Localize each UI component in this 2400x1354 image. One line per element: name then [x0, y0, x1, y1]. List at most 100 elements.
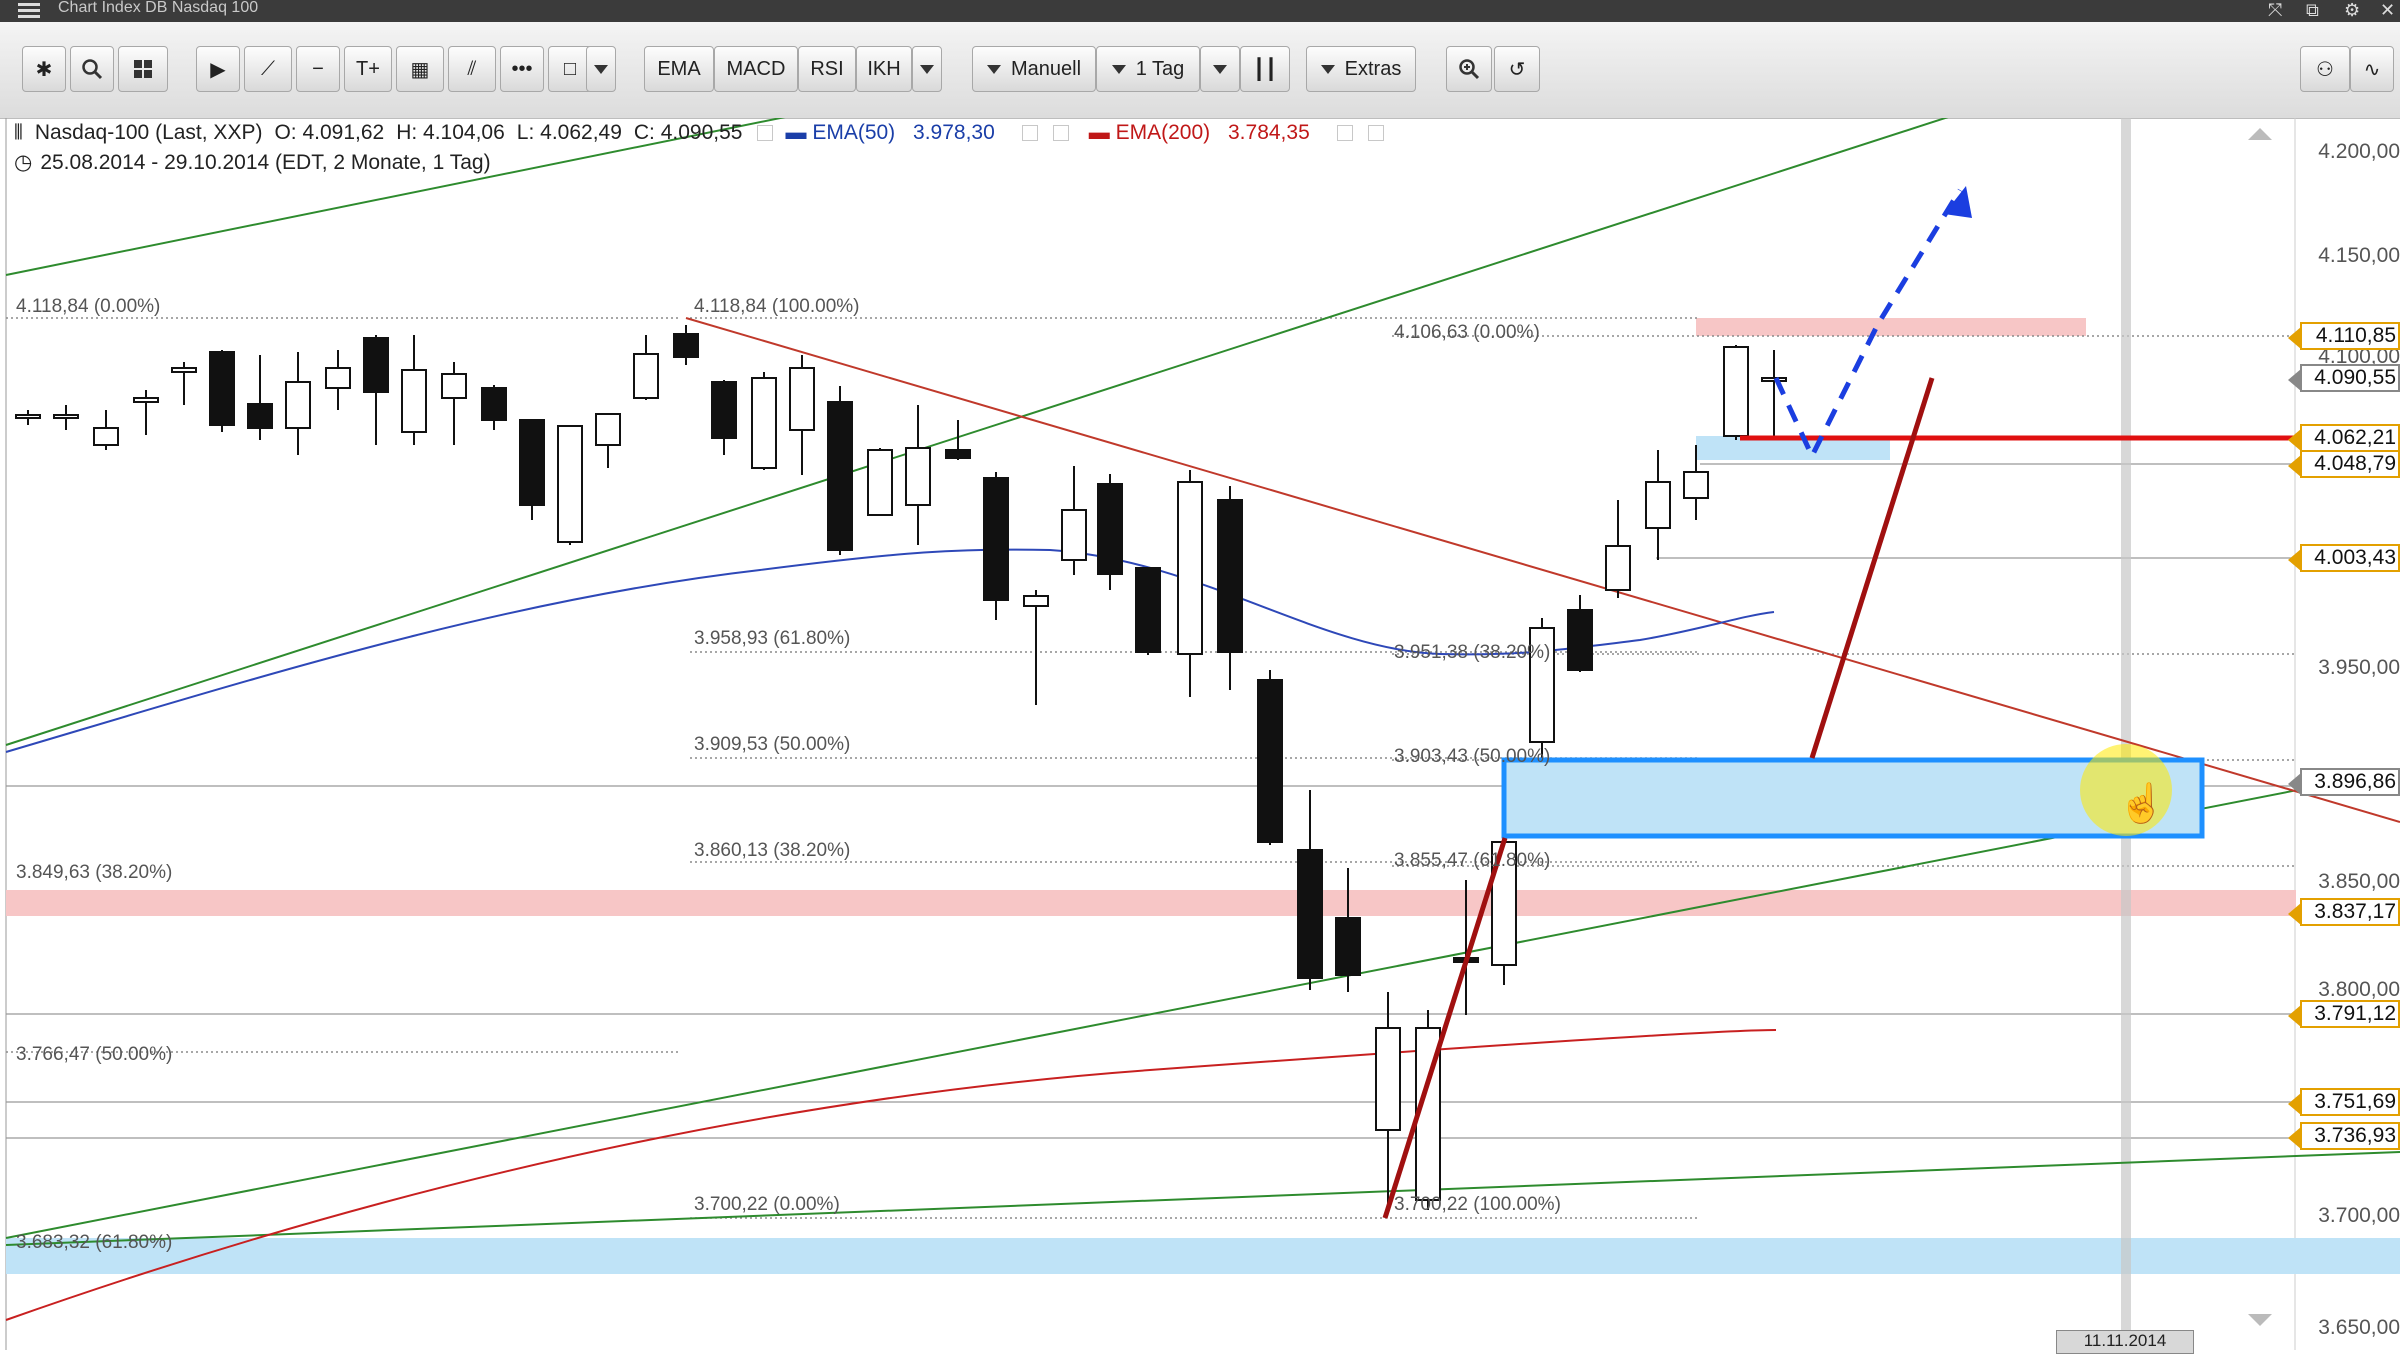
red-arrow-line-2: [1809, 377, 1935, 759]
layers-button[interactable]: ⚇: [2300, 46, 2350, 92]
price-tag[interactable]: 4.048,79: [2288, 450, 2400, 478]
price-tag[interactable]: 3.736,93: [2288, 1122, 2400, 1150]
fib-label: 3.903,43 (50.00%): [1394, 746, 1551, 767]
axis-tick: 3.950,00: [2318, 656, 2400, 679]
settings-gear-button[interactable]: ✱: [22, 46, 66, 92]
fib-label: 3.860,13 (38.20%): [694, 840, 851, 861]
bullish-candle: [1605, 545, 1631, 591]
interval-dropdown[interactable]: 1 Tag: [1096, 46, 1200, 92]
hamburger-menu-icon[interactable]: [18, 3, 40, 18]
fib-label: 4.118,84 (0.00%): [16, 296, 161, 317]
cursor-tool-button[interactable]: ▶: [196, 46, 240, 92]
grid-icon: [134, 60, 152, 78]
horizontal-line-button[interactable]: −: [296, 46, 340, 92]
bearish-candle: [1217, 499, 1243, 653]
ema200-label: EMA(200): [1115, 121, 1211, 144]
candlestick-type-button[interactable]: ┃┃: [1240, 46, 1290, 92]
bullish-candle: [1023, 595, 1049, 607]
title-bar: Chart Index DB Nasdaq 100 ⤧ ⧉ ⚙ ✕: [0, 0, 2400, 22]
indicator-dropdown-button[interactable]: [912, 46, 942, 92]
price-tag[interactable]: 3.751,69: [2288, 1088, 2400, 1116]
fib-label: 3.909,53 (50.00%): [694, 734, 851, 755]
layout-grid-button[interactable]: [118, 46, 168, 92]
fib-label: 3.766,47 (50.00%): [16, 1044, 173, 1065]
price-tag[interactable]: 3.837,17: [2288, 898, 2400, 926]
popout-icon[interactable]: ⧉: [2306, 0, 2319, 21]
bullish-candle: [401, 369, 427, 433]
zoom-button[interactable]: [1446, 46, 1492, 92]
fullscreen-icon[interactable]: ⤧: [2268, 0, 2282, 21]
bullish-candle: [15, 414, 41, 419]
gear-icon: ✱: [35, 58, 53, 81]
channel-tool-button[interactable]: ⫽: [448, 46, 496, 92]
bearish-candle: [519, 419, 545, 506]
pointer-icon: ▶: [210, 58, 226, 81]
bullish-candle: [325, 367, 351, 389]
rsi-button[interactable]: RSI: [798, 46, 856, 92]
price-tag-last[interactable]: 4.090,55: [2288, 364, 2400, 392]
hand-cursor-icon: ☝: [2118, 780, 2165, 826]
ikh-button[interactable]: IKH: [856, 46, 912, 92]
charttype-dropdown-button[interactable]: [1200, 46, 1240, 92]
candlestick-icon: ┃┃: [1252, 58, 1278, 81]
axis-tick: 3.650,00: [2318, 1316, 2400, 1339]
rectangle-icon: □: [563, 57, 577, 80]
bullish-candle: [53, 414, 79, 419]
price-tag[interactable]: 3.791,12: [2288, 1000, 2400, 1028]
mode-dropdown[interactable]: Manuell: [972, 46, 1096, 92]
bullish-candle: [1723, 346, 1749, 437]
mode-value: Manuell: [1010, 57, 1082, 80]
price-tag[interactable]: 4.003,43: [2288, 544, 2400, 572]
shape-dropdown-button[interactable]: [586, 46, 616, 92]
price-tag[interactable]: 4.110,85: [2288, 322, 2400, 350]
bullish-candle: [441, 373, 467, 399]
zoom-in-icon: [1459, 59, 1480, 80]
chart-legend: ⫴ Nasdaq-100 (Last, XXP) O: 4.091,62 H: …: [14, 118, 1396, 178]
fib-label: 4.118,84 (100.00%): [694, 296, 860, 317]
bullish-candle: [285, 381, 311, 429]
scroll-down-icon[interactable]: [2248, 1314, 2272, 1326]
undo-icon: ↺: [1508, 58, 1526, 81]
indicator-panel-button[interactable]: ∿: [2350, 46, 2394, 92]
scroll-up-icon[interactable]: [2248, 128, 2272, 140]
trendline-tool-button[interactable]: ⟋: [244, 46, 292, 92]
search-button[interactable]: [70, 46, 114, 92]
target-zone-red: [1696, 318, 2086, 336]
close-icon[interactable]: ✕: [2380, 0, 2395, 21]
bearish-candle: [481, 387, 507, 421]
ema200-value: 3.784,35: [1228, 121, 1310, 144]
bullish-candle: [557, 425, 583, 543]
text-tool-button[interactable]: T+: [344, 46, 392, 92]
channel-icon: ⫽: [467, 57, 477, 80]
ema50-label: EMA(50): [812, 121, 896, 144]
bearish-candle: [209, 351, 235, 426]
axis-tick: 3.800,00: [2318, 978, 2400, 1001]
price-tag[interactable]: 4.062,21: [2288, 424, 2400, 452]
chart-toolbar: ✱ ▶ ⟋ − T+ ▦ ⫽ ••• □ EMA MACD RSI IKH Ma…: [0, 22, 2400, 119]
ema-button[interactable]: EMA: [644, 46, 714, 92]
bearish-candle: [1257, 679, 1283, 843]
bearish-candle: [1297, 849, 1323, 979]
legend-settings-icon[interactable]: [757, 125, 774, 141]
ema200-close-icon[interactable]: [1367, 125, 1384, 141]
ema50-value: 3.978,30: [913, 121, 995, 144]
fibonacci-tool-button[interactable]: ▦: [396, 46, 444, 92]
high-value: H: 4.104,06: [396, 121, 505, 144]
ema50-close-icon[interactable]: [1052, 125, 1069, 141]
undo-button[interactable]: ↺: [1494, 46, 1540, 92]
ema200-settings-icon[interactable]: [1336, 125, 1353, 141]
bullish-candle: [1645, 481, 1671, 529]
ema50-settings-icon[interactable]: [1021, 125, 1038, 141]
price-chart[interactable]: ☝: [0, 118, 2400, 1350]
fib-label: 3.700,22 (0.00%): [694, 1194, 840, 1215]
settings-icon[interactable]: ⚙: [2344, 0, 2360, 21]
dotted-line-button[interactable]: •••: [500, 46, 544, 92]
extras-dropdown[interactable]: Extras: [1306, 46, 1416, 92]
dotted-line-icon: •••: [511, 57, 533, 80]
chevron-down-icon: [920, 64, 934, 74]
bullish-candle: [867, 449, 893, 516]
bullish-candle: [633, 353, 659, 399]
price-tag[interactable]: 3.896,86: [2288, 768, 2400, 796]
macd-button[interactable]: MACD: [714, 46, 798, 92]
bearish-candle: [1567, 609, 1593, 671]
